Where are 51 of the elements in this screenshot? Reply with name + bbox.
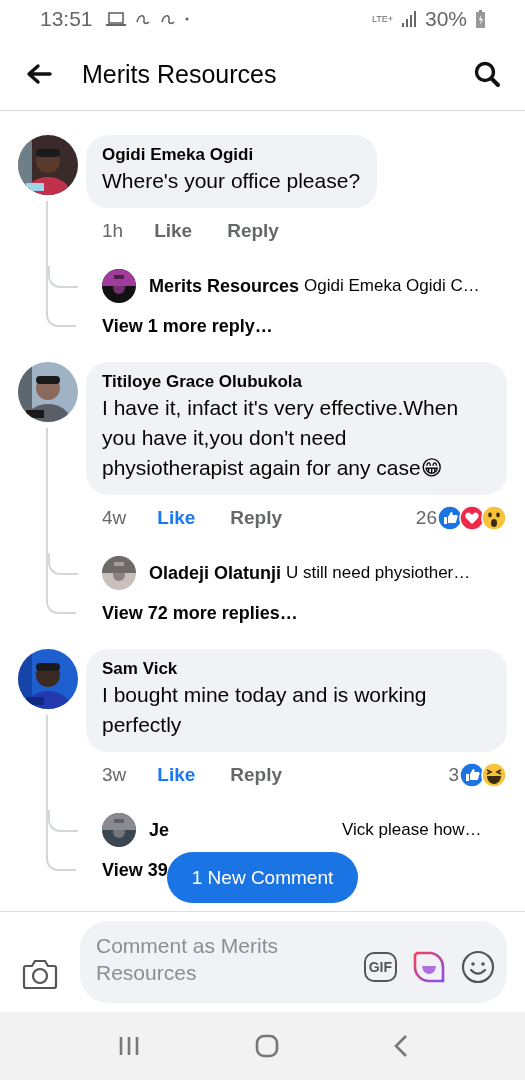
comment-text: I have it, infact it's very effective.When you have it,you don't need physiotherapist again for any case😁 xyxy=(102,395,460,481)
battery-percent: 30% xyxy=(424,7,467,31)
view-replies-link[interactable]: View 1 more reply… xyxy=(102,315,273,337)
comment-time: 1h xyxy=(102,220,124,242)
gif-button[interactable]: GIF xyxy=(363,952,397,982)
reply-link[interactable]: Reply xyxy=(230,764,283,786)
comment-author[interactable]: Ogidi Emeka Ogidi xyxy=(102,144,361,166)
comment-time: 3w xyxy=(102,764,127,786)
recent-apps-icon[interactable] xyxy=(117,1036,140,1056)
thumbs-up-icon xyxy=(459,762,485,788)
comment-field[interactable]: Comment as Merits Resources GIF xyxy=(80,921,507,1003)
surprised-face-icon xyxy=(481,505,507,531)
page-title: Merits Resources xyxy=(82,59,278,89)
back-nav-icon[interactable] xyxy=(393,1034,408,1058)
like-link[interactable]: Like xyxy=(154,220,193,242)
comment-text: I bought mine today and is working perfectly xyxy=(102,682,428,738)
reply-author[interactable]: Merits Resources xyxy=(149,275,300,297)
home-icon[interactable] xyxy=(254,1034,279,1058)
emoji-icon[interactable] xyxy=(461,950,495,984)
sticker-icon[interactable] xyxy=(411,949,447,985)
reply-link[interactable]: Reply xyxy=(227,220,279,242)
reaction-count: 26 xyxy=(415,507,437,529)
laptop-icon xyxy=(105,11,126,27)
reply-text[interactable]: Ogidi Emeka Ogidi C… xyxy=(304,276,480,296)
reaction-count: 3 xyxy=(448,764,459,786)
back-button[interactable] xyxy=(26,63,52,85)
new-comment-button[interactable]: 1 New Comment xyxy=(167,852,358,903)
like-link[interactable]: Like xyxy=(157,507,196,529)
view-replies-link[interactable]: View 39 xyxy=(102,859,168,881)
scribble-icon xyxy=(159,12,176,26)
battery-icon xyxy=(476,10,485,28)
reply-link[interactable]: Reply xyxy=(230,507,283,529)
comment-author[interactable]: Titiloye Grace Olubukola xyxy=(102,371,490,393)
reply-text[interactable]: Vick please how… xyxy=(342,820,482,840)
comment-time: 4w xyxy=(102,507,127,529)
dot-icon xyxy=(184,17,189,21)
camera-icon[interactable] xyxy=(22,958,58,990)
thumbs-up-icon xyxy=(437,505,463,531)
like-link[interactable]: Like xyxy=(157,764,196,786)
reply-text[interactable]: U still need physiother… xyxy=(286,563,471,583)
laughing-face-icon xyxy=(481,762,507,788)
reply-author[interactable]: Je xyxy=(149,819,170,841)
comment-text: Where's your office please? xyxy=(102,168,361,194)
view-replies-link[interactable]: View 72 more replies… xyxy=(102,602,298,624)
comment-author[interactable]: Sam Vick xyxy=(102,658,490,680)
reply-author[interactable]: Oladeji Olatunji xyxy=(149,562,282,584)
status-time: 13:51 xyxy=(40,7,93,31)
signal-icon xyxy=(401,11,416,27)
search-button[interactable] xyxy=(473,60,501,88)
scribble-icon xyxy=(134,12,151,26)
network-label: LTE+ xyxy=(371,14,393,24)
